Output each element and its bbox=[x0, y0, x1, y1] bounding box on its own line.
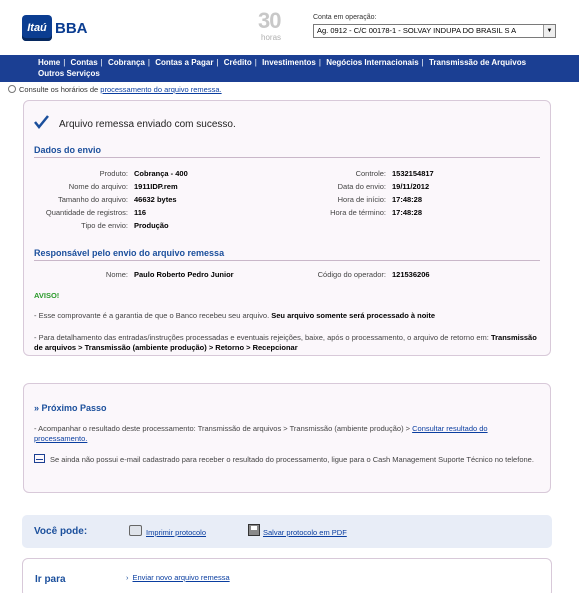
hours-badge-number: 30 bbox=[258, 8, 282, 33]
arrow-right-icon: › bbox=[126, 573, 129, 582]
header: Itaú BBA 30 horas Conta em operação: Ag.… bbox=[0, 0, 579, 50]
print-protocol-link[interactable]: Imprimir protocolo bbox=[146, 528, 206, 537]
chevrons-icon: » bbox=[34, 403, 40, 413]
aviso-label: AVISO! bbox=[34, 291, 60, 300]
field-label: Produto: bbox=[99, 169, 128, 178]
dados-title: Dados do envio bbox=[34, 145, 102, 155]
nav-item-transmissao-de-arquivos[interactable]: Transmissão de Arquivos bbox=[429, 58, 526, 67]
notice: Consulte os horários de processamento do… bbox=[8, 85, 222, 94]
aviso-line-1-text: - Esse comprovante é a garantia de que o… bbox=[34, 311, 272, 320]
success-message: Arquivo remessa enviado com sucesso. bbox=[59, 119, 236, 130]
hours-badge-label: horas bbox=[261, 33, 282, 42]
field-label: Controle: bbox=[355, 169, 386, 178]
nav-item-investimentos[interactable]: Investimentos bbox=[262, 58, 316, 67]
clock-icon bbox=[8, 85, 16, 93]
field-label: Tipo de envio: bbox=[81, 221, 128, 230]
nav-item-credito[interactable]: Crédito bbox=[224, 58, 252, 67]
field-value-tamanho: 46632 bytes bbox=[134, 195, 177, 204]
field-label: Nome do arquivo: bbox=[68, 182, 128, 191]
nav-item-contas-a-pagar[interactable]: Contas a Pagar bbox=[155, 58, 213, 67]
nav-item-home[interactable]: Home bbox=[38, 58, 60, 67]
field-label: Nome: bbox=[105, 270, 128, 279]
nav-item-negocios-internacionais[interactable]: Negócios Internacionais bbox=[326, 58, 418, 67]
email-notice-text: Se ainda não possui e-mail cadastrado pa… bbox=[50, 455, 534, 464]
field-label: Data do envio: bbox=[337, 182, 386, 191]
field-value-nome-responsavel: Paulo Roberto Pedro Junior bbox=[134, 270, 234, 279]
nav-item-cobranca[interactable]: Cobrança bbox=[108, 58, 145, 67]
field-value-hora-termino: 17:48:28 bbox=[392, 208, 423, 217]
account-select-value: Ag. 0912 - C/C 00178-1 - SOLVAY INDUPA D… bbox=[317, 26, 517, 35]
confirmation-panel: Arquivo remessa enviado com sucesso. Dad… bbox=[23, 100, 551, 356]
next-step-panel: » Próximo Passo - Acompanhar o resultado… bbox=[23, 383, 551, 493]
printer-icon[interactable] bbox=[129, 525, 142, 536]
next-step-title: » Próximo Passo bbox=[34, 403, 107, 413]
save-disk-icon[interactable] bbox=[248, 524, 260, 536]
field-value-hora-inicio: 17:48:28 bbox=[392, 195, 423, 204]
next-step-text-body: - Acompanhar o resultado deste processam… bbox=[34, 424, 413, 433]
responsavel-title: Responsável pelo envio do arquivo remess… bbox=[34, 248, 225, 258]
ir-para-panel: Ir para › Enviar novo arquivo remessa bbox=[22, 558, 552, 593]
field-label: Quantidade de registros: bbox=[45, 208, 128, 217]
notice-text: Consulte os horários de bbox=[19, 85, 101, 94]
field-value-produto: Cobrança - 400 bbox=[134, 169, 188, 178]
field-value-nome-arquivo: 1911IDP.rem bbox=[134, 182, 178, 191]
email-notice: Se ainda não possui e-mail cadastrado pa… bbox=[34, 454, 542, 465]
voce-pode-title: Você pode: bbox=[34, 526, 88, 537]
aviso-line-2-text: - Para detalhamento das entradas/instruç… bbox=[34, 333, 491, 342]
checkmark-icon bbox=[34, 115, 49, 129]
ir-para-title: Ir para bbox=[35, 574, 66, 585]
send-new-file-link[interactable]: Enviar novo arquivo remessa bbox=[133, 573, 230, 582]
main-nav: Home | Contas | Cobrança | Contas a Pagar | … bbox=[0, 55, 579, 82]
field-label: Hora de início: bbox=[337, 195, 386, 204]
next-step-text: - Acompanhar o resultado deste processam… bbox=[34, 424, 542, 444]
aviso-line-2: - Para detalhamento das entradas/instruç… bbox=[34, 333, 542, 353]
itau-logo[interactable]: Itaú bbox=[22, 15, 52, 41]
aviso-line-1-bold: Seu arquivo somente será processado à no… bbox=[271, 311, 436, 320]
account-label: Conta em operação: bbox=[313, 14, 377, 21]
voce-pode-bar: Você pode: Imprimir protocolo Salvar pro… bbox=[22, 515, 552, 548]
account-select[interactable]: Ag. 0912 - C/C 00178-1 - SOLVAY INDUPA D… bbox=[313, 24, 556, 38]
save-pdf-link[interactable]: Salvar protocolo em PDF bbox=[263, 528, 347, 537]
nav-item-contas[interactable]: Contas bbox=[71, 58, 98, 67]
field-value-quantidade: 116 bbox=[134, 208, 147, 217]
bba-logo-text: BBA bbox=[55, 20, 88, 37]
divider bbox=[34, 157, 540, 158]
field-value-codigo-operador: 121536206 bbox=[392, 270, 430, 279]
field-label: Código do operador: bbox=[317, 270, 386, 279]
field-value-controle: 1532154817 bbox=[392, 169, 434, 178]
field-label: Tamanho do arquivo: bbox=[57, 195, 128, 204]
field-value-data-envio: 19/11/2012 bbox=[392, 182, 430, 191]
mail-icon bbox=[34, 454, 45, 463]
field-value-tipo-envio: Produção bbox=[134, 221, 169, 230]
aviso-line-1: - Esse comprovante é a garantia de que o… bbox=[34, 311, 542, 321]
field-label: Hora de término: bbox=[330, 208, 386, 217]
ir-para-item[interactable]: › Enviar novo arquivo remessa bbox=[126, 573, 230, 582]
divider bbox=[34, 260, 540, 261]
nav-item-outros-servicos[interactable]: Outros Serviços bbox=[38, 69, 100, 78]
dropdown-arrow-icon[interactable]: ▼ bbox=[543, 25, 555, 37]
next-step-title-text: Próximo Passo bbox=[41, 403, 107, 413]
notice-link[interactable]: processamento do arquivo remessa. bbox=[100, 85, 221, 94]
